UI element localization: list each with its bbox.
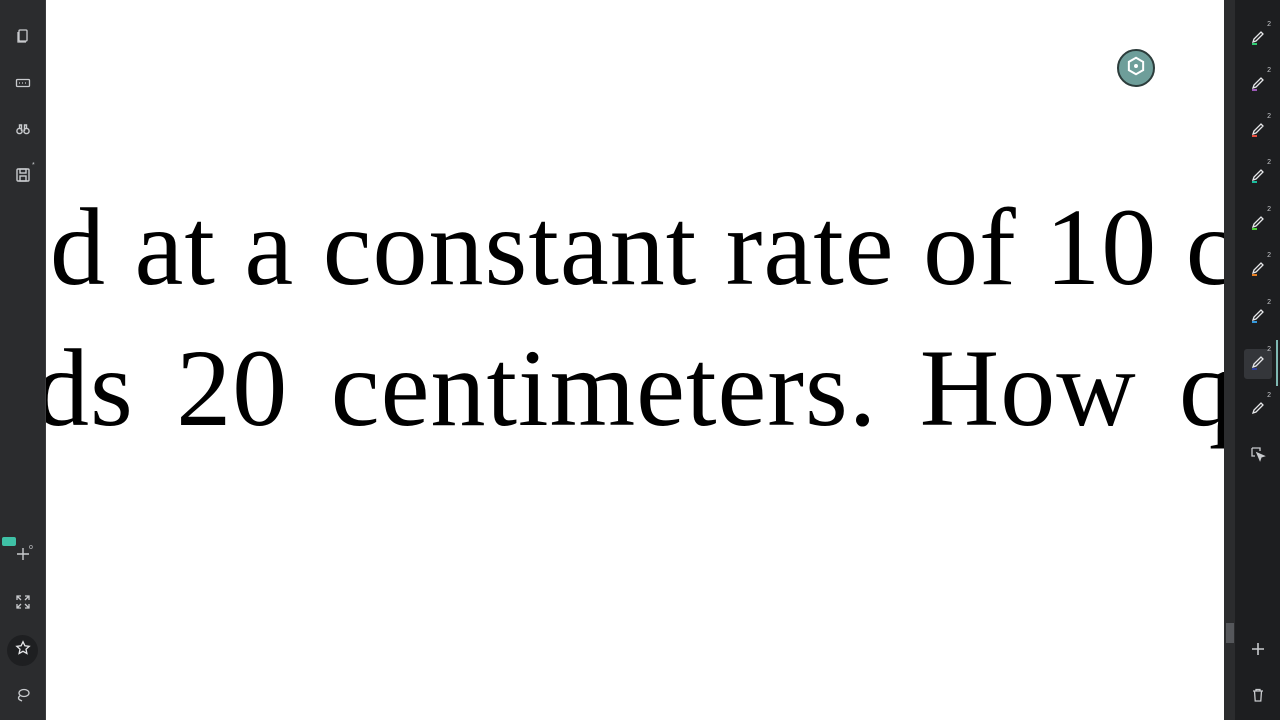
pages-icon xyxy=(15,28,31,49)
note-canvas[interactable]: d at a constant rate of 10 c ds 20 centi… xyxy=(46,0,1224,720)
canvas-text-line-2: ds 20 centimeters. How q xyxy=(46,327,1224,449)
pen-icon xyxy=(1249,353,1267,376)
pen-purple[interactable]: 2 xyxy=(1244,67,1272,100)
pen-icon xyxy=(1249,213,1267,236)
save-icon xyxy=(15,167,31,188)
binoculars-icon xyxy=(15,121,31,142)
select-tool-button[interactable] xyxy=(1244,441,1272,471)
palette-scrollbar[interactable] xyxy=(1226,623,1234,643)
star-icon xyxy=(14,640,31,661)
hexagon-icon xyxy=(1125,55,1147,82)
keyboard-button[interactable] xyxy=(0,69,45,101)
pen-icon xyxy=(1249,28,1267,51)
unsaved-marker: * xyxy=(32,162,35,169)
pen-red[interactable]: 2 xyxy=(1244,113,1272,146)
pen-orange[interactable]: 2 xyxy=(1244,252,1272,285)
left-toolbar: * o xyxy=(0,0,46,720)
keyboard-icon xyxy=(15,75,31,96)
fullscreen-button[interactable] xyxy=(0,588,45,620)
pen-size: 2 xyxy=(1267,113,1271,120)
pen-icon xyxy=(1249,399,1267,422)
pen-size: 2 xyxy=(1267,21,1271,28)
trash-icon xyxy=(1250,687,1266,708)
find-button[interactable] xyxy=(0,115,45,147)
pen-size: 2 xyxy=(1267,299,1271,306)
add-pen-button[interactable] xyxy=(1244,636,1272,666)
select-cursor-icon xyxy=(1250,446,1266,467)
expand-icon xyxy=(15,594,31,615)
active-pen-indicator xyxy=(1276,340,1278,386)
add-point-button[interactable] xyxy=(0,540,45,572)
pen-size: 2 xyxy=(1267,346,1271,353)
favorites-button[interactable] xyxy=(7,635,38,666)
pen-icon xyxy=(1249,166,1267,189)
pen-icon xyxy=(1249,259,1267,282)
canvas-text-line-1: d at a constant rate of 10 c xyxy=(50,186,1224,308)
pen-size: 2 xyxy=(1267,67,1271,74)
pen-extra[interactable]: 2 xyxy=(1244,392,1272,425)
pen-green[interactable]: 2 xyxy=(1244,21,1272,54)
plus-icon xyxy=(1250,641,1266,662)
pen-size: 2 xyxy=(1267,392,1271,399)
pen-icon xyxy=(1249,120,1267,143)
lasso-button[interactable] xyxy=(0,681,45,713)
pen-size: 2 xyxy=(1267,159,1271,166)
pen-navy[interactable]: 2 xyxy=(1244,346,1272,379)
pen-size: 2 xyxy=(1267,206,1271,213)
save-button[interactable] xyxy=(0,161,45,193)
pen-size: 2 xyxy=(1267,252,1271,259)
delete-pen-button[interactable] xyxy=(1244,682,1272,712)
pen-cyan[interactable]: 2 xyxy=(1244,159,1272,192)
pen-blue[interactable]: 2 xyxy=(1244,299,1272,332)
pen-icon xyxy=(1249,306,1267,329)
lasso-icon xyxy=(15,687,31,708)
pen-lime[interactable]: 2 xyxy=(1244,206,1272,239)
palette-scroll-track xyxy=(1224,0,1235,720)
pen-icon xyxy=(1249,74,1267,97)
pages-button[interactable] xyxy=(0,22,45,54)
add-point-marker: o xyxy=(29,544,33,551)
floating-settings-button[interactable] xyxy=(1117,49,1155,87)
